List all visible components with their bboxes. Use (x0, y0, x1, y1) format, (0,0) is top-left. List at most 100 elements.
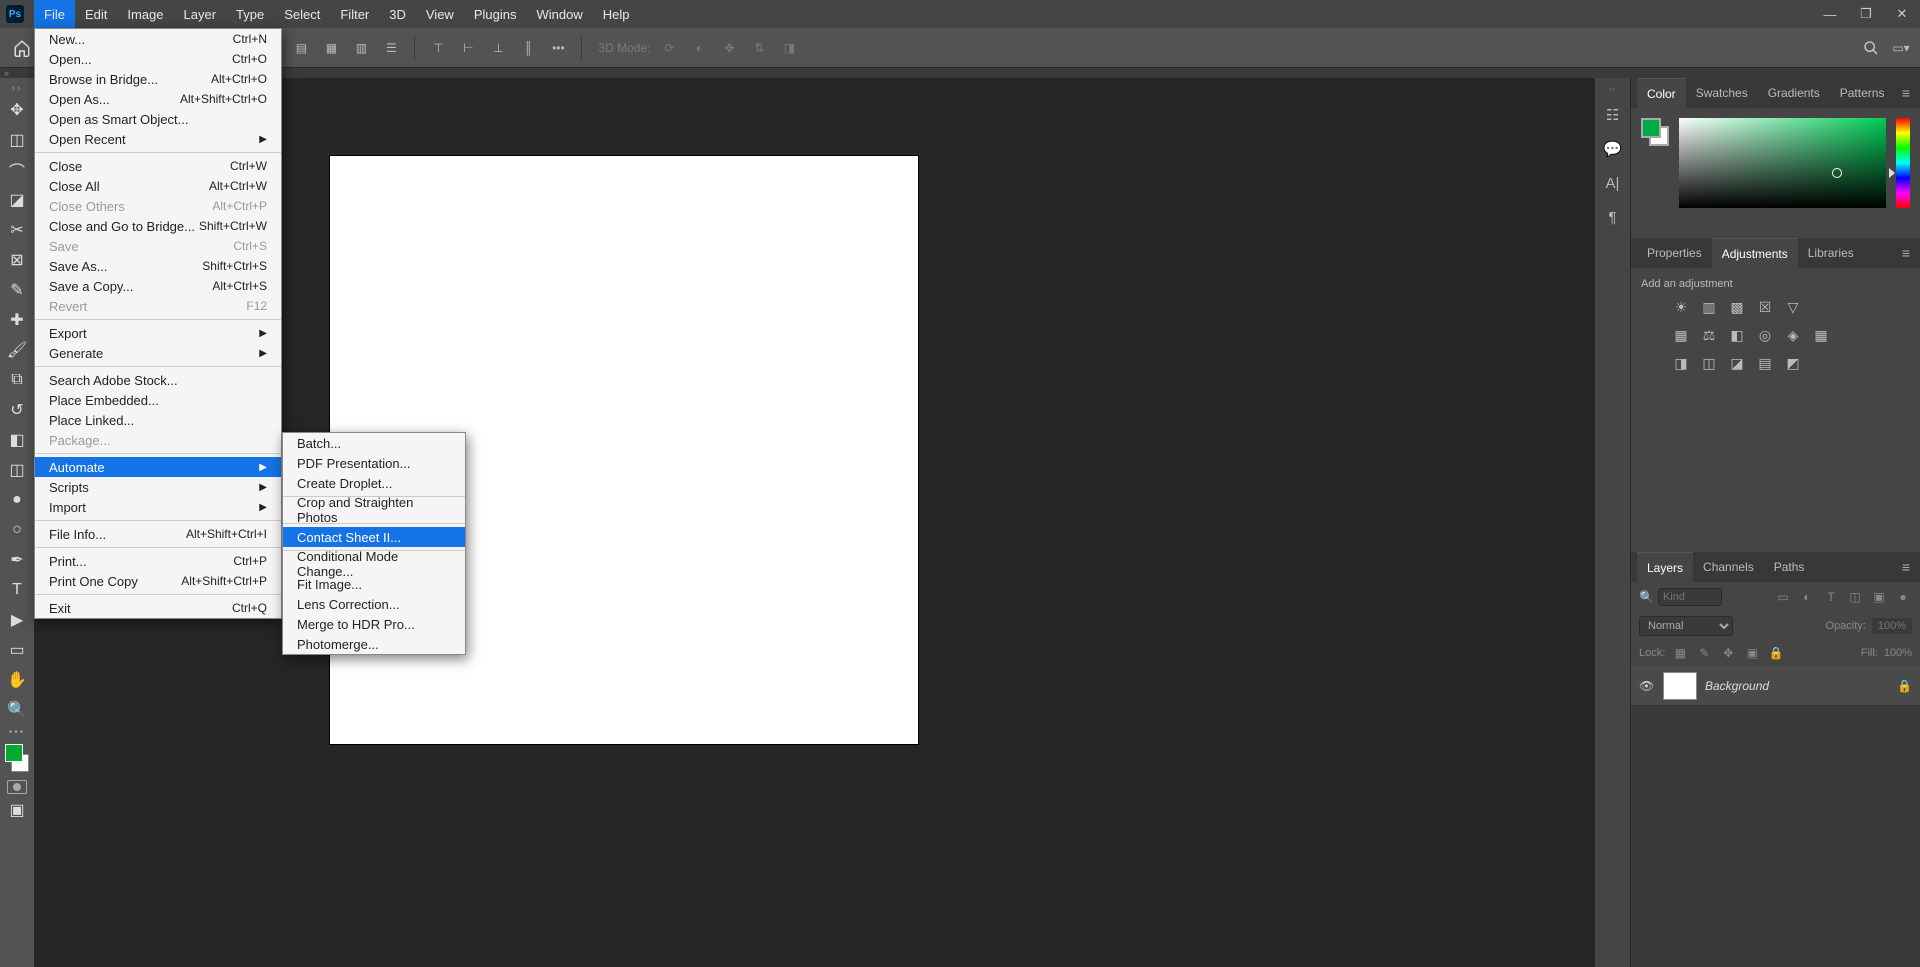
window-close-button[interactable]: ✕ (1884, 0, 1920, 28)
paragraph-panel-icon[interactable]: ¶ (1601, 205, 1625, 229)
exposure-icon[interactable]: ☒ (1755, 298, 1775, 316)
channel-mixer-icon[interactable]: ◈ (1783, 326, 1803, 344)
align-right-icon[interactable]: ▥ (350, 37, 372, 59)
file-menu-item[interactable]: Print One CopyAlt+Shift+Ctrl+P (35, 571, 281, 591)
file-menu-item[interactable]: Close AllAlt+Ctrl+W (35, 176, 281, 196)
menu-select[interactable]: Select (274, 0, 330, 28)
align-justify-icon[interactable]: ☰ (380, 37, 402, 59)
menu-window[interactable]: Window (526, 0, 592, 28)
window-maximize-button[interactable]: ❐ (1848, 0, 1884, 28)
file-menu-item[interactable]: Close and Go to Bridge...Shift+Ctrl+W (35, 216, 281, 236)
screen-mode-icon[interactable]: ▣ (3, 796, 31, 824)
vibrance-icon[interactable]: ▽ (1783, 298, 1803, 316)
quick-mask-icon[interactable] (7, 780, 27, 794)
automate-menu-item[interactable]: Photomerge... (283, 634, 465, 654)
filter-toggle-icon[interactable]: ● (1894, 588, 1912, 606)
file-menu-item[interactable]: Place Linked... (35, 410, 281, 430)
panel-menu-icon[interactable]: ≡ (1898, 559, 1914, 575)
color-lookup-icon[interactable]: ▦ (1811, 326, 1831, 344)
marquee-tool[interactable]: ◫ (3, 126, 31, 154)
bw-icon[interactable]: ◧ (1727, 326, 1747, 344)
gradient-tool[interactable]: ◫ (3, 456, 31, 484)
color-field[interactable] (1679, 118, 1886, 208)
file-menu-item[interactable]: Open As...Alt+Shift+Ctrl+O (35, 89, 281, 109)
layers-tab[interactable]: Layers (1637, 552, 1693, 582)
filter-adjust-icon[interactable]: ◐ (1798, 588, 1816, 606)
color-swatch-control[interactable] (3, 744, 31, 772)
menu-plugins[interactable]: Plugins (464, 0, 527, 28)
rectangle-tool[interactable]: ▭ (3, 636, 31, 664)
color-tab[interactable]: Patterns (1830, 78, 1895, 108)
dodge-tool[interactable]: ○ (3, 516, 31, 544)
align-top-icon[interactable]: ⊤ (427, 37, 449, 59)
distribute-icon[interactable]: ║ (517, 37, 539, 59)
threshold-icon[interactable]: ◪ (1727, 354, 1747, 372)
file-menu-item[interactable]: File Info...Alt+Shift+Ctrl+I (35, 524, 281, 544)
hue-slider-thumb[interactable] (1889, 168, 1895, 178)
crop-tool[interactable]: ✂ (3, 216, 31, 244)
lock-pixels-icon[interactable]: ▦ (1671, 644, 1689, 662)
file-menu-item[interactable]: Automate▶ (35, 457, 281, 477)
invert-icon[interactable]: ◨ (1671, 354, 1691, 372)
brightness-icon[interactable]: ☀ (1671, 298, 1691, 316)
file-menu-item[interactable]: ExitCtrl+Q (35, 598, 281, 618)
color-tab[interactable]: Gradients (1758, 78, 1830, 108)
more-icon[interactable]: ••• (547, 37, 569, 59)
menu-layer[interactable]: Layer (174, 0, 227, 28)
file-menu-item[interactable]: Scripts▶ (35, 477, 281, 497)
properties-tab[interactable]: Adjustments (1712, 238, 1798, 268)
automate-menu-item[interactable]: Merge to HDR Pro... (283, 614, 465, 634)
file-menu-item[interactable]: Save As...Shift+Ctrl+S (35, 256, 281, 276)
layers-tab[interactable]: Paths (1764, 552, 1815, 582)
lasso-tool[interactable]: ⌒ (3, 156, 31, 184)
eyedropper-tool[interactable]: ✎ (3, 276, 31, 304)
properties-tab[interactable]: Libraries (1798, 238, 1864, 268)
layer-filter-input[interactable] (1658, 588, 1722, 606)
layer-thumbnail[interactable] (1663, 672, 1697, 700)
properties-tab[interactable]: Properties (1637, 238, 1712, 268)
menu-edit[interactable]: Edit (75, 0, 117, 28)
menu-3d[interactable]: 3D (379, 0, 416, 28)
filter-type-icon[interactable]: T (1822, 588, 1840, 606)
home-icon[interactable] (8, 34, 36, 62)
blend-mode-select[interactable]: Normal (1639, 616, 1733, 636)
automate-menu-item[interactable]: Batch... (283, 433, 465, 453)
automate-menu-item[interactable]: Fit Image... (283, 574, 465, 594)
workspace-switcher-icon[interactable]: ▭▾ (1890, 37, 1912, 59)
history-brush-tool[interactable]: ↺ (3, 396, 31, 424)
lock-artboard-icon[interactable]: ▣ (1743, 644, 1761, 662)
hue-slider[interactable] (1896, 118, 1910, 208)
pen-tool[interactable]: ✒ (3, 546, 31, 574)
file-menu-item[interactable]: Print...Ctrl+P (35, 551, 281, 571)
toolbox-handle[interactable]: ›› (3, 82, 31, 94)
healing-tool[interactable]: ✚ (3, 306, 31, 334)
automate-menu-item[interactable]: PDF Presentation... (283, 453, 465, 473)
file-menu-item[interactable]: Open Recent▶ (35, 129, 281, 149)
automate-menu-item[interactable]: Contact Sheet II... (283, 527, 465, 547)
automate-menu-item[interactable]: Conditional Mode Change... (283, 554, 465, 574)
filter-smart-icon[interactable]: ▣ (1870, 588, 1888, 606)
search-icon[interactable] (1860, 37, 1882, 59)
file-menu-item[interactable]: Place Embedded... (35, 390, 281, 410)
align-bottom-icon[interactable]: ⊥ (487, 37, 509, 59)
align-middle-icon[interactable]: ⊢ (457, 37, 479, 59)
fill-value[interactable]: 100% (1884, 647, 1912, 659)
file-menu-item[interactable]: Save a Copy...Alt+Ctrl+S (35, 276, 281, 296)
file-menu-item[interactable]: Import▶ (35, 497, 281, 517)
hue-sat-icon[interactable]: ▦ (1671, 326, 1691, 344)
type-tool[interactable]: T (3, 576, 31, 604)
file-menu-item[interactable]: Generate▶ (35, 343, 281, 363)
menu-view[interactable]: View (416, 0, 464, 28)
automate-menu-item[interactable]: Lens Correction... (283, 594, 465, 614)
path-select-tool[interactable]: ▶ (3, 606, 31, 634)
eraser-tool[interactable]: ◧ (3, 426, 31, 454)
color-tab[interactable]: Color (1637, 78, 1686, 108)
file-menu-item[interactable]: New...Ctrl+N (35, 29, 281, 49)
opacity-value[interactable]: 100% (1872, 618, 1912, 634)
menu-file[interactable]: File (34, 0, 75, 28)
photo-filter-icon[interactable]: ◎ (1755, 326, 1775, 344)
color-panel-swatches[interactable] (1641, 118, 1669, 146)
foreground-color-swatch[interactable] (5, 744, 23, 762)
stamp-tool[interactable]: ⧉ (3, 366, 31, 394)
automate-menu-item[interactable]: Create Droplet... (283, 473, 465, 493)
